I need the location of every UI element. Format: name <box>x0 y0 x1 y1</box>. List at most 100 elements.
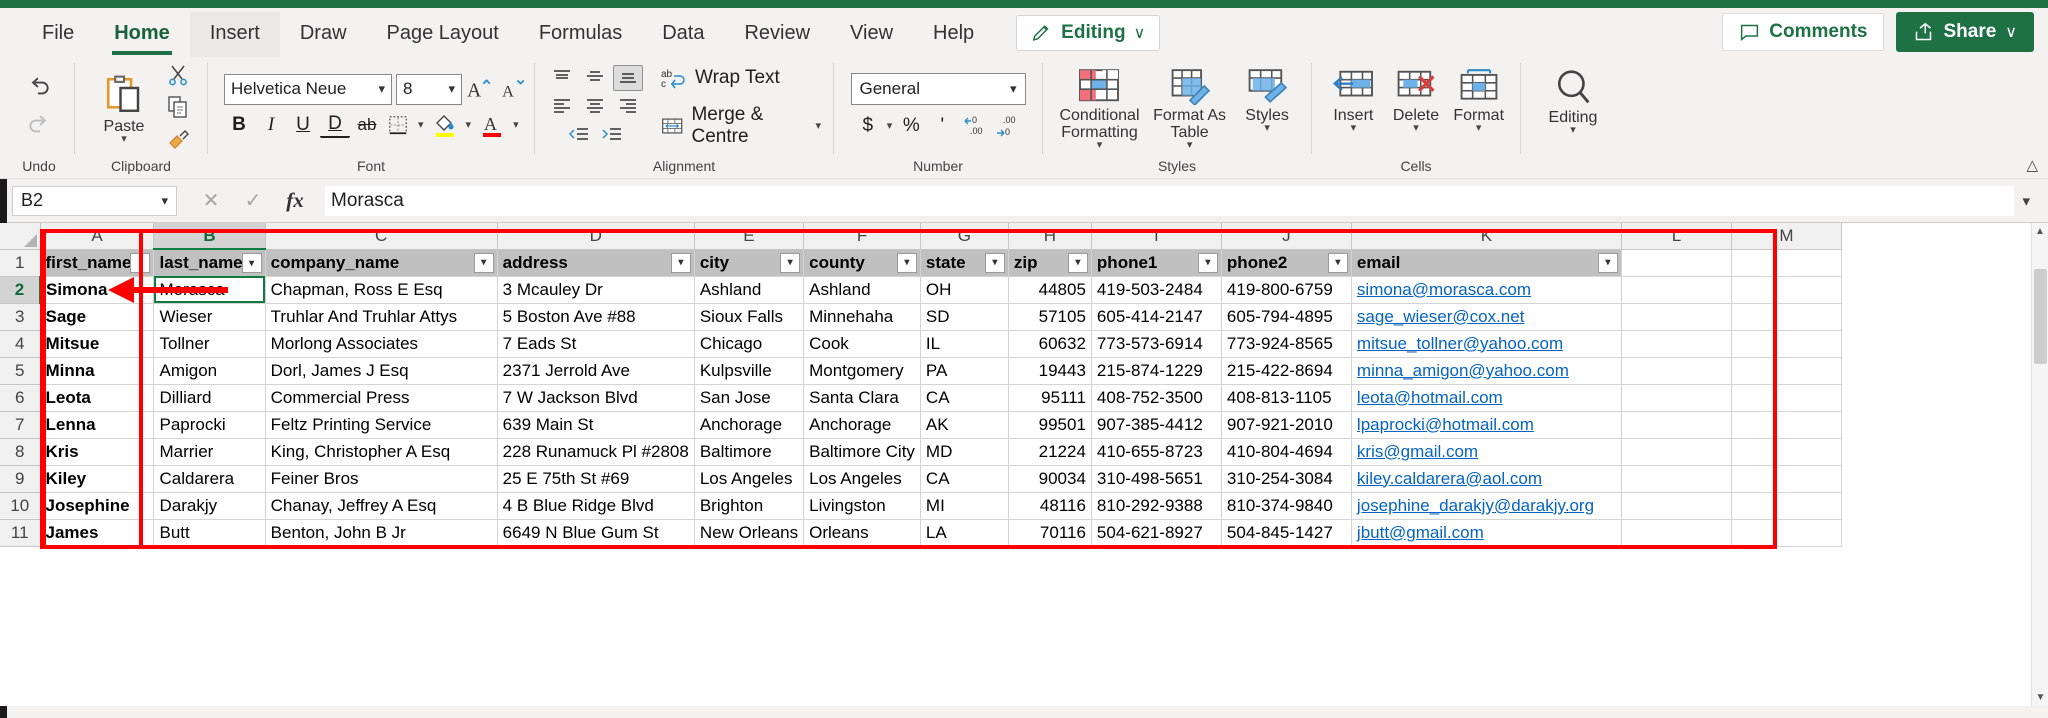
cell-I5[interactable]: 215-874-1229 <box>1091 357 1222 385</box>
cell-J8[interactable]: 410-804-4694 <box>1221 438 1352 466</box>
chevron-down-icon[interactable]: ▾ <box>418 120 424 131</box>
cell-H11[interactable]: 70116 <box>1008 519 1092 547</box>
increase-font-size-button[interactable]: A <box>462 73 496 105</box>
row-header-4[interactable]: 4 <box>0 330 41 358</box>
tab-review[interactable]: Review <box>724 12 830 57</box>
cell-I9[interactable]: 310-498-5651 <box>1091 465 1222 493</box>
cell-I11[interactable]: 504-621-8927 <box>1091 519 1222 547</box>
cell-D1[interactable]: address ▾ <box>497 249 695 277</box>
cell-G10[interactable]: MI <box>920 492 1009 520</box>
chevron-down-icon[interactable]: ▾ <box>1097 140 1103 151</box>
cell-J2[interactable]: 419-800-6759 <box>1221 276 1352 304</box>
cell-F6[interactable]: Santa Clara <box>803 384 921 412</box>
confirm-entry-button[interactable]: ✓ <box>233 186 273 216</box>
cell-F10[interactable]: Livingston <box>803 492 921 520</box>
cell-I10[interactable]: 810-292-9388 <box>1091 492 1222 520</box>
cell-G2[interactable]: OH <box>920 276 1009 304</box>
align-middle-button[interactable] <box>580 65 610 91</box>
filter-dropdown-icon[interactable]: ▾ <box>473 252 494 273</box>
redo-button[interactable] <box>17 107 61 145</box>
cell-I6[interactable]: 408-752-3500 <box>1091 384 1222 412</box>
row-header-11[interactable]: 11 <box>0 519 41 547</box>
cell-G5[interactable]: PA <box>920 357 1009 385</box>
cell-C8[interactable]: King, Christopher A Esq <box>265 438 498 466</box>
tab-data[interactable]: Data <box>642 12 724 57</box>
cell-D2[interactable]: 3 Mcauley Dr <box>497 276 695 304</box>
cell-C3[interactable]: Truhlar And Truhlar Attys <box>265 303 498 331</box>
chevron-down-icon[interactable]: ▾ <box>121 134 127 145</box>
cell-G8[interactable]: MD <box>920 438 1009 466</box>
name-box[interactable]: B2 ▾ <box>12 185 177 216</box>
cell-M4[interactable] <box>1731 330 1842 358</box>
cell-G4[interactable]: IL <box>920 330 1009 358</box>
strikethrough-button[interactable]: ab <box>352 111 382 139</box>
font-color-button[interactable]: A <box>477 110 507 140</box>
number-format-select[interactable]: General ▾ <box>850 73 1026 105</box>
cell-K8[interactable]: kris@gmail.com <box>1351 438 1622 466</box>
font-name-select[interactable]: Helvetica Neue ▾ <box>224 73 392 105</box>
align-left-button[interactable] <box>547 94 577 120</box>
decrease-indent-button[interactable] <box>564 123 594 149</box>
editing-mode-button[interactable]: Editing ∨ <box>1016 15 1161 51</box>
cell-C7[interactable]: Feltz Printing Service <box>265 411 498 439</box>
scrollbar-thumb[interactable] <box>2034 269 2047 364</box>
cell-J5[interactable]: 215-422-8694 <box>1221 357 1352 385</box>
expand-formula-bar-button[interactable]: ▾ <box>2014 192 2038 210</box>
cell-A10[interactable]: Josephine <box>40 492 155 520</box>
cell-E8[interactable]: Baltimore <box>694 438 805 466</box>
cell-A6[interactable]: Leota <box>40 384 155 412</box>
scroll-up-button[interactable]: ▲ <box>2032 223 2048 240</box>
column-header-k[interactable]: K <box>1351 223 1622 250</box>
row-header-5[interactable]: 5 <box>0 357 41 385</box>
cell-H10[interactable]: 48116 <box>1008 492 1092 520</box>
cell-I3[interactable]: 605-414-2147 <box>1091 303 1222 331</box>
cell-J4[interactable]: 773-924-8565 <box>1221 330 1352 358</box>
cell-J6[interactable]: 408-813-1105 <box>1221 384 1352 412</box>
cell-A4[interactable]: Mitsue <box>40 330 155 358</box>
cell-L1[interactable] <box>1621 249 1732 277</box>
column-header-l[interactable]: L <box>1621 223 1732 250</box>
cell-M3[interactable] <box>1731 303 1842 331</box>
row-header-8[interactable]: 8 <box>0 438 41 466</box>
cell-H1[interactable]: zip ▾ <box>1008 249 1092 277</box>
cell-K3[interactable]: sage_wieser@cox.net <box>1351 303 1622 331</box>
cell-A5[interactable]: Minna <box>40 357 155 385</box>
italic-button[interactable]: I <box>256 111 286 139</box>
cell-G11[interactable]: LA <box>920 519 1009 547</box>
decrease-decimal-button[interactable]: 0 .00 <box>958 112 990 140</box>
cell-C9[interactable]: Feiner Bros <box>265 465 498 493</box>
cell-M9[interactable] <box>1731 465 1842 493</box>
cell-I4[interactable]: 773-573-6914 <box>1091 330 1222 358</box>
cell-M2[interactable] <box>1731 276 1842 304</box>
cell-B3[interactable]: Wieser <box>153 303 266 331</box>
cell-G6[interactable]: CA <box>920 384 1009 412</box>
cell-I7[interactable]: 907-385-4412 <box>1091 411 1222 439</box>
cell-B11[interactable]: Butt <box>153 519 266 547</box>
column-header-e[interactable]: E <box>694 223 805 250</box>
column-header-d[interactable]: D <box>497 223 695 250</box>
align-top-button[interactable] <box>547 65 577 91</box>
underline-button[interactable]: U <box>288 111 318 139</box>
cell-B9[interactable]: Caldarera <box>153 465 266 493</box>
chevron-down-icon[interactable]: ▾ <box>1351 123 1357 134</box>
cell-A11[interactable]: James <box>40 519 155 547</box>
cell-I8[interactable]: 410-655-8723 <box>1091 438 1222 466</box>
cell-G3[interactable]: SD <box>920 303 1009 331</box>
filter-dropdown-icon[interactable]: ▾ <box>670 252 691 273</box>
chevron-down-icon[interactable]: ▾ <box>815 120 821 131</box>
select-all-corner[interactable] <box>0 223 41 250</box>
cell-L10[interactable] <box>1621 492 1732 520</box>
increase-indent-button[interactable] <box>597 123 627 149</box>
cell-D3[interactable]: 5 Boston Ave #88 <box>497 303 695 331</box>
cell-M10[interactable] <box>1731 492 1842 520</box>
cell-K2[interactable]: simona@morasca.com <box>1351 276 1622 304</box>
row-header-7[interactable]: 7 <box>0 411 41 439</box>
column-header-c[interactable]: C <box>265 223 498 250</box>
cell-B7[interactable]: Paprocki <box>153 411 266 439</box>
cell-E10[interactable]: Brighton <box>694 492 805 520</box>
cell-E5[interactable]: Kulpsville <box>694 357 805 385</box>
cell-B5[interactable]: Amigon <box>153 357 266 385</box>
align-bottom-button[interactable] <box>613 64 643 91</box>
cell-L4[interactable] <box>1621 330 1732 358</box>
cell-M8[interactable] <box>1731 438 1842 466</box>
